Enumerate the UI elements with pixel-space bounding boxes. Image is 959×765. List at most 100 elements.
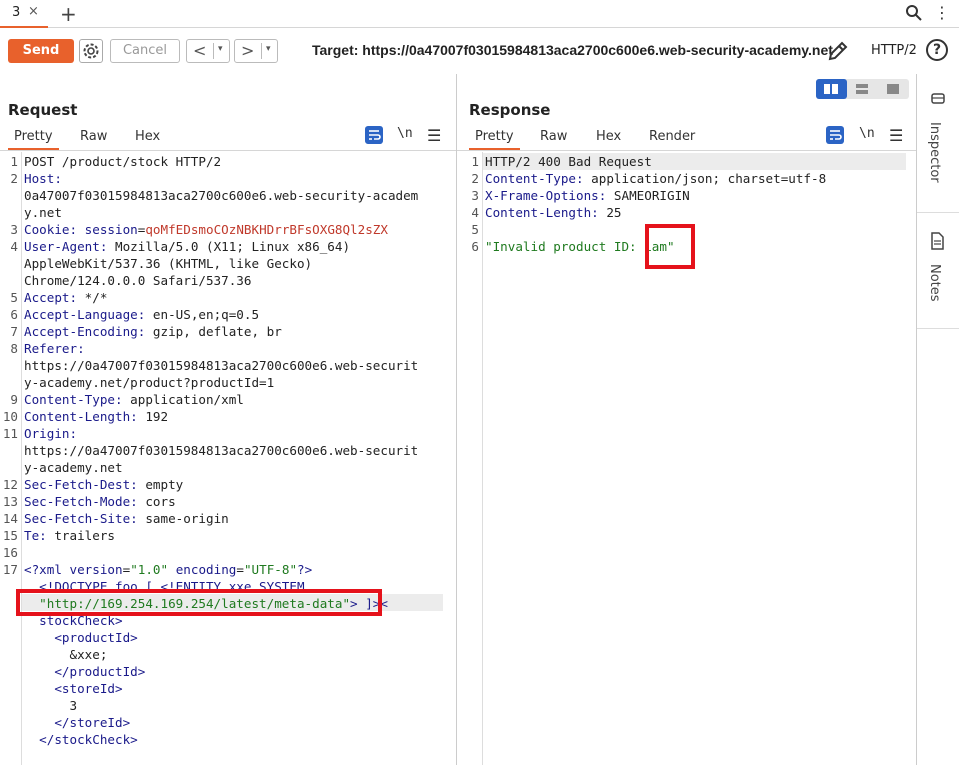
add-tab-icon[interactable]: + [60,2,77,26]
line-number: 16 [2,545,18,560]
code-token: AppleWebKit/537.36 (KHTML, like Gecko) [24,256,313,271]
wrap-lines-icon[interactable] [365,126,383,144]
code-token: empty [145,477,184,492]
code-line: Chrome/124.0.0.0 Safari/537.36 [24,272,251,289]
code-token: Cookie: [24,222,85,237]
tab-close-icon[interactable]: × [28,4,39,19]
code-line: Accept-Encoding: gzip, deflate, br [24,323,282,340]
tab-3[interactable]: 3 × [0,0,48,28]
line-number: 12 [2,477,18,492]
code-token: cors [145,494,176,509]
line-number: 10 [2,409,18,424]
code-line: y-academy.net/product?productId=1 [24,374,274,391]
code-token: <? [24,562,40,577]
newline-toggle[interactable]: \n [397,126,413,141]
code-token: "1.0" [130,562,169,577]
inspector-tab[interactable]: Inspector [917,88,959,200]
code-token: y-academy.net/product?productId=1 [24,375,275,390]
request-menu-icon[interactable]: ☰ [427,126,441,145]
code-token: Accept: [24,290,85,305]
code-token: POST /product/stock HTTP/2 [24,154,222,169]
line-number: 9 [10,392,18,407]
line-number: 5 [10,290,18,305]
tab-pretty[interactable]: Pretty [8,126,59,150]
gear-icon [83,43,99,59]
line-number: 3 [10,222,18,237]
tab-render[interactable]: Render [649,126,695,150]
split-rows-icon[interactable] [847,79,878,99]
request-editor[interactable]: 1 POST /product/stock HTTP/2 2 Host: 0a47007… [0,153,456,765]
single-pane-icon[interactable] [878,79,909,99]
toolbar: Send Cancel < ▾ > ▾ Target: https://0a47… [0,28,959,74]
code-token: Referer: [24,341,85,356]
code-token: storeId [69,715,123,730]
code-token: https://0a47007f03015984813aca2700c600e6… [24,358,419,373]
http-version-toggle[interactable]: HTTP/2 [871,43,917,58]
code-line: X-Frame-Options: SAMEORIGIN [485,187,690,204]
wrap-lines-icon[interactable] [826,126,844,144]
code-line: Content-Length: 192 [24,408,168,425]
code-token: </ [24,664,70,679]
newline-toggle[interactable]: \n [859,126,875,141]
code-token: encoding [175,562,237,577]
line-number: 4 [471,205,479,220]
line-number: 11 [2,426,18,441]
code-line: <storeId> [24,680,123,697]
code-line: </productId> [24,663,145,680]
line-number: 15 [2,528,18,543]
code-token: y-academy.net [24,460,123,475]
code-line: </storeId> [24,714,130,731]
code-token: &xxe; [24,647,108,662]
code-token: 25 [606,205,622,220]
more-options-icon[interactable]: ⋮ [934,3,950,22]
notes-tab[interactable]: Notes [917,230,959,320]
settings-button[interactable] [79,39,103,63]
code-line: https://0a47007f03015984813aca2700c600e6… [24,357,418,374]
code-token: Sec-Fetch-Site: [24,511,146,526]
code-token: application/json; charset=utf-8 [591,171,827,186]
code-line: &xxe; [24,646,107,663]
line-number: 13 [2,494,18,509]
code-line: Cookie: session=qoMfEDsmoCOzNBKHDrrBFsOX… [24,221,388,238]
code-token: Origin: [24,426,78,441]
forward-dropdown-icon[interactable]: ▾ [266,44,271,54]
highlight-box [16,589,382,616]
tab-raw[interactable]: Raw [80,126,107,150]
code-token: productId [69,664,138,679]
code-token: gzip, deflate, br [152,324,282,339]
code-token: > [115,681,123,696]
code-token: X-Frame-Options: [485,188,614,203]
code-token: same-origin [145,511,229,526]
search-icon[interactable] [905,4,923,26]
code-line: Accept-Language: en-US,en;q=0.5 [24,306,259,323]
code-token: Sec-Fetch-Mode: [24,494,146,509]
cancel-button[interactable]: Cancel [110,39,180,63]
code-token: version [69,562,123,577]
back-button[interactable]: < ▾ [186,39,230,63]
code-token: Content-Length: [24,409,146,424]
edit-target-icon[interactable] [826,39,850,67]
code-line: Content-Length: 25 [485,204,622,221]
split-columns-icon[interactable] [816,79,847,99]
forward-button[interactable]: > ▾ [234,39,278,63]
tab-hex[interactable]: Hex [135,126,160,150]
inspector-label: Inspector [927,122,942,183]
send-button[interactable]: Send [8,39,74,63]
code-token: > [122,715,131,730]
help-icon[interactable]: ? [926,39,948,61]
line-number: 3 [471,188,479,203]
request-title: Request [8,101,78,119]
code-token: Accept-Language: [24,307,153,322]
back-dropdown-icon[interactable]: ▾ [218,44,223,54]
line-number: 8 [10,341,18,356]
tab-hex[interactable]: Hex [596,126,621,150]
code-line: Host: [24,170,62,187]
code-token: Accept-Encoding: [24,324,153,339]
response-view-tabs: Pretty Raw Hex Render [457,126,916,150]
tab-pretty[interactable]: Pretty [469,126,520,150]
tab-raw[interactable]: Raw [540,126,567,150]
code-line: Te: trailers [24,527,115,544]
response-menu-icon[interactable]: ☰ [889,126,903,145]
code-line: HTTP/2 400 Bad Request [485,153,652,170]
